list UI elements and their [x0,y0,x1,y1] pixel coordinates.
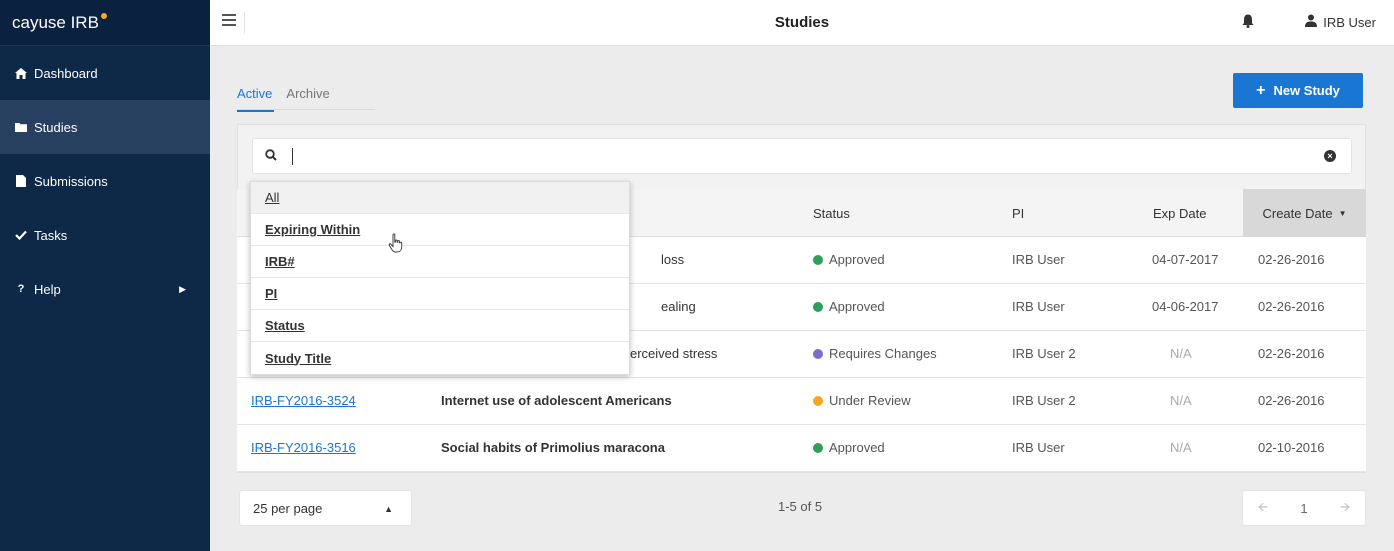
sidebar-item-dashboard[interactable]: Dashboard [0,46,210,100]
document-icon [14,175,28,187]
next-page-icon[interactable]: 🡪 [1340,498,1350,519]
tab-active[interactable]: Active [237,82,275,112]
status-badge: Approved [813,440,885,455]
column-header-status[interactable]: Status [813,206,850,221]
create-date: 02-26-2016 [1258,393,1325,408]
question-icon: ? [17,283,25,295]
create-date: 02-10-2016 [1258,440,1325,455]
status-badge: Approved [813,299,885,314]
sidebar-item-label: Dashboard [34,65,98,81]
status-badge: Under Review [813,393,911,408]
filter-option-all[interactable]: All [251,182,629,214]
exp-date: 04-07-2017 [1152,252,1219,267]
exp-date: N/A [1170,346,1192,361]
bell-icon[interactable] [1242,14,1254,31]
pi-name: IRB User 2 [1012,393,1076,408]
status-text: Under Review [829,393,911,408]
study-title: Social habits of Primolius maracona [441,440,665,455]
search-icon [265,149,277,164]
sidebar-item-help[interactable]: ? Help ▶ [0,262,210,316]
chevron-right-icon: ▶ [179,283,186,294]
search-filter-dropdown: All Expiring Within IRB# PI Status Study… [250,181,630,375]
current-page[interactable]: 1 [1300,501,1307,516]
pagination: 🡨 1 🡪 [1242,490,1366,526]
exp-date: N/A [1170,440,1192,455]
sidebar-item-label: Studies [34,119,78,135]
chevron-up-icon: ▲ [384,504,393,514]
sidebar-item-label: Tasks [34,227,68,243]
exp-date: 04-06-2017 [1152,299,1219,314]
column-header-label: Create Date [1262,205,1333,221]
study-title: Internet use of adolescent Americans [441,393,672,408]
status-text: Approved [829,252,885,267]
per-page-value: 25 per page [253,500,323,516]
plus-icon: + [1256,81,1266,99]
user-name: IRB User [1323,14,1376,30]
pointer-hand-icon [388,233,404,256]
status-text: Requires Changes [829,346,937,361]
exp-date: N/A [1170,393,1192,408]
filter-option-study-title[interactable]: Study Title [251,342,629,374]
status-text: Approved [829,299,885,314]
table-row[interactable]: IRB-FY2016-3516 Social habits of Primoli… [237,425,1366,472]
filter-option-irb-number[interactable]: IRB# [251,246,629,278]
text-cursor [292,148,293,165]
irb-number-link[interactable]: IRB-FY2016-3524 [251,393,356,408]
sort-down-icon: ▼ [1338,208,1347,218]
pi-name: IRB User [1012,252,1065,267]
irb-number-link[interactable]: IRB-FY2016-3516 [251,440,356,455]
study-title: loss [661,252,685,267]
result-count: 1-5 of 5 [778,499,823,514]
table-row[interactable]: IRB-FY2016-3524 Internet use of adolesce… [237,378,1366,425]
status-badge: Requires Changes [813,346,937,361]
status-text: Approved [829,440,885,455]
filter-option-status[interactable]: Status [251,310,629,342]
status-dot-icon [813,395,823,406]
pi-name: IRB User 2 [1012,346,1076,361]
user-icon [1305,14,1318,30]
clear-search-icon[interactable]: × [1324,150,1336,162]
status-dot-icon [813,301,823,312]
study-title: erceived stress [630,346,718,361]
status-badge: Approved [813,252,885,267]
brand-name: cayuse IRB [12,12,99,32]
top-bar: Studies IRB User [210,0,1394,46]
check-icon [14,230,28,240]
per-page-select[interactable]: 25 per page ▲ [239,490,412,526]
sidebar-item-label: Help [34,281,61,297]
search-input[interactable]: × [252,138,1352,174]
create-date: 02-26-2016 [1258,346,1325,361]
study-tabs: Active Archive [237,82,342,112]
column-header-pi[interactable]: PI [1012,206,1024,221]
new-study-button[interactable]: + New Study [1233,73,1363,108]
new-study-label: New Study [1273,83,1340,98]
tab-archive[interactable]: Archive [286,82,329,112]
status-dot-icon [813,254,823,265]
user-menu[interactable]: IRB User [1305,14,1376,30]
brand-logo[interactable]: cayuse IRB [0,0,210,46]
brand-dot-icon [100,12,107,19]
column-header-exp-date[interactable]: Exp Date [1153,206,1206,221]
column-header-create-date[interactable]: Create Date ▼ [1243,189,1366,237]
filter-option-expiring-within[interactable]: Expiring Within [251,214,629,246]
sidebar-item-tasks[interactable]: Tasks [0,208,210,262]
sidebar-item-submissions[interactable]: Submissions [0,154,210,208]
previous-page-icon[interactable]: 🡨 [1258,498,1268,519]
create-date: 02-26-2016 [1258,299,1325,314]
sidebar-item-studies[interactable]: Studies [0,100,210,154]
status-dot-icon [813,348,823,359]
create-date: 02-26-2016 [1258,252,1325,267]
status-dot-icon [813,442,823,453]
study-title: ealing [661,299,696,314]
sidebar-item-label: Submissions [34,173,108,189]
page-title: Studies [774,14,830,31]
table-footer: 25 per page ▲ 1-5 of 5 🡨 1 🡪 [237,473,1366,543]
filter-option-pi[interactable]: PI [251,278,629,310]
pi-name: IRB User [1012,299,1065,314]
home-icon [14,67,28,79]
folder-icon [14,122,28,132]
tabs-underline [237,109,375,110]
pi-name: IRB User [1012,440,1065,455]
sidebar: cayuse IRB Dashboard Studies Submissions… [0,0,210,551]
